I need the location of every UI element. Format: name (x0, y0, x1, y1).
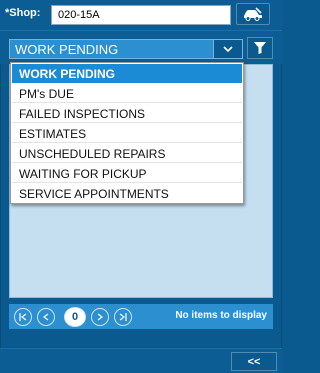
last-page-icon (119, 313, 127, 321)
filter-icon (254, 42, 266, 54)
car-wrench-icon (244, 7, 262, 21)
chevron-right-icon (97, 313, 103, 321)
current-page-indicator[interactable]: 0 (64, 307, 86, 327)
header-bar: *Shop: 020-15A (0, 0, 282, 30)
dropdown-item-estimates[interactable]: ESTIMATES (12, 124, 242, 143)
shop-label: *Shop: (5, 7, 41, 19)
pager: 0 No items to display (9, 304, 273, 329)
pager-status-text: No items to display (175, 310, 267, 321)
view-dropdown-list: WORK PENDING PM's DUE FAILED INSPECTIONS… (10, 62, 244, 204)
vehicle-button[interactable] (236, 3, 270, 25)
chevron-down-icon (223, 46, 233, 52)
next-page-button[interactable] (91, 308, 109, 326)
last-page-button[interactable] (114, 308, 132, 326)
view-select[interactable]: WORK PENDING (9, 39, 243, 59)
dropdown-item-service-appointments[interactable]: SERVICE APPOINTMENTS (12, 184, 242, 203)
dropdown-item-pms-due[interactable]: PM's DUE (12, 84, 242, 103)
view-select-toggle[interactable] (213, 39, 243, 59)
collapse-button[interactable]: << (231, 352, 277, 371)
dropdown-item-unscheduled-repairs[interactable]: UNSCHEDULED REPAIRS (12, 144, 242, 163)
dropdown-item-work-pending[interactable]: WORK PENDING (12, 64, 242, 83)
chevron-left-icon (43, 313, 49, 321)
view-toolbar: WORK PENDING (0, 30, 282, 64)
filter-button[interactable] (247, 37, 273, 59)
prev-page-button[interactable] (37, 308, 55, 326)
view-select-value: WORK PENDING (15, 42, 119, 57)
first-page-icon (19, 313, 27, 321)
first-page-button[interactable] (14, 308, 32, 326)
dropdown-item-waiting-for-pickup[interactable]: WAITING FOR PICKUP (12, 164, 242, 183)
shop-input[interactable]: 020-15A (51, 5, 231, 25)
footer-bar: << (0, 348, 282, 373)
dropdown-item-failed-inspections[interactable]: FAILED INSPECTIONS (12, 104, 242, 123)
